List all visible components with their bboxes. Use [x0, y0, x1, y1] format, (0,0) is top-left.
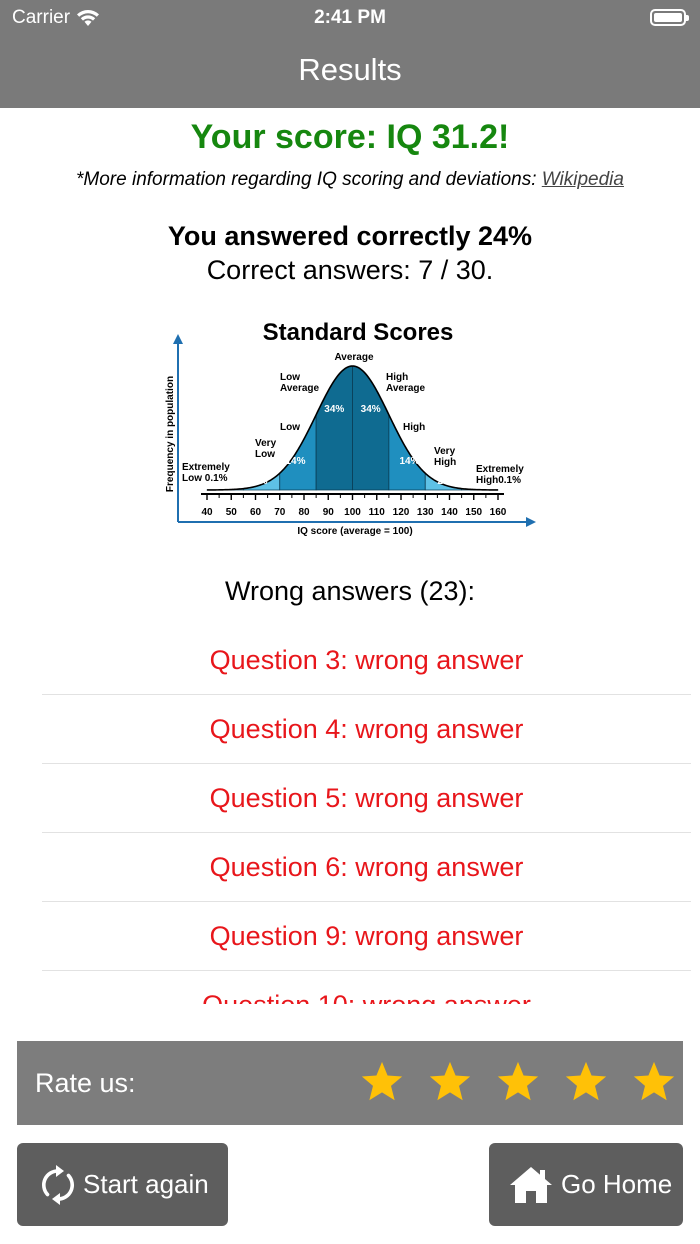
chart-band-label: High Average	[386, 372, 426, 394]
chart-band-percent: 34%	[361, 404, 381, 415]
go-home-button[interactable]: Go Home	[489, 1143, 683, 1226]
star-icon[interactable]	[563, 1059, 609, 1105]
go-home-label: Go Home	[561, 1169, 673, 1199]
star-icon[interactable]	[495, 1059, 541, 1105]
correct-percent: You answered correctly 24%	[167, 221, 533, 251]
wrong-answers-header: Wrong answers (23):	[224, 576, 476, 606]
chart-tick-label: 150	[465, 507, 482, 518]
chart-band-percent: 2%	[253, 476, 268, 487]
wikipedia-link[interactable]: Wikipedia	[542, 169, 624, 190]
score-headline: Your score: IQ 31.2!	[190, 118, 510, 156]
refresh-icon	[42, 1164, 74, 1205]
star-icon[interactable]	[631, 1059, 677, 1105]
wrong-answer-row[interactable]: Question 5: wrong answer	[42, 764, 691, 833]
chart-band	[352, 365, 390, 491]
scoring-info: *More information regarding IQ scoring a…	[0, 169, 700, 191]
scoring-info-text: *More information regarding IQ scoring a…	[76, 169, 542, 190]
chart-x-arrow	[526, 517, 536, 527]
standard-scores-chart: Standard Scores 40 50 60 70 80 90 100 110 120 130 1…	[165, 319, 536, 537]
chart-tick-label: 140	[441, 507, 458, 518]
chart-band-percent: 14%	[286, 456, 306, 467]
chart-tick-label: 160	[490, 507, 507, 518]
chart-title: Standard Scores	[263, 319, 454, 346]
chart-tick-label: 130	[417, 507, 434, 518]
chart-tick-label: 110	[369, 507, 386, 518]
status-bar: Carrier 2:41 PM	[0, 0, 700, 36]
wrong-answer-row[interactable]: Question 3: wrong answer	[42, 626, 691, 695]
rating-stars	[359, 1059, 677, 1105]
chart-band-percent: 34%	[324, 404, 344, 415]
chart-band-label: Very High	[434, 446, 456, 468]
correct-count: Correct answers: 7 / 30.	[206, 255, 494, 285]
chart-tick-label: 40	[201, 507, 213, 518]
chart-y-label: Frequency in population	[165, 376, 176, 492]
rate-bar: Rate us:	[17, 1041, 683, 1125]
chart-tick-label: 100	[344, 507, 361, 518]
start-again-label: Start again	[83, 1169, 209, 1199]
navigation-bar: Carrier 2:41 PM Results	[0, 0, 700, 108]
wrong-answers-list[interactable]: Question 3: wrong answer Question 4: wron…	[42, 626, 691, 1004]
chart-band	[315, 365, 353, 491]
chart-band-label: Low Average	[280, 372, 320, 394]
chart-band-percent: 2%	[437, 476, 452, 487]
page-title: Results	[298, 52, 402, 87]
chart-tick-label: 90	[323, 507, 335, 518]
chart-tick-label: 50	[226, 507, 238, 518]
start-again-button[interactable]: Start again	[17, 1143, 228, 1226]
chart-x-label: IQ score (average = 100)	[297, 526, 412, 537]
chart-tick-label: 70	[274, 507, 286, 518]
chart-band-label: High	[403, 422, 425, 433]
wrong-answer-row[interactable]: Question 9: wrong answer	[42, 902, 691, 971]
chart-tick-label: 120	[393, 507, 410, 518]
chart-band-label: Average	[334, 352, 374, 363]
wrong-answer-row[interactable]: Question 6: wrong answer	[42, 833, 691, 902]
wrong-answer-row[interactable]: Question 4: wrong answer	[42, 695, 691, 764]
chart-tick-label: 80	[298, 507, 310, 518]
battery-icon	[650, 9, 689, 26]
home-icon	[510, 1166, 552, 1203]
rate-label: Rate us:	[35, 1068, 136, 1098]
wrong-answer-row[interactable]: Question 10: wrong answer	[42, 971, 691, 1005]
star-icon[interactable]	[359, 1059, 405, 1105]
chart-band-label: Low	[280, 422, 300, 433]
chart-tick-label: 60	[250, 507, 262, 518]
chart-band-label: Extremely High0.1%	[476, 464, 524, 486]
chart-band-label: Extremely Low 0.1%	[182, 462, 230, 484]
star-icon[interactable]	[427, 1059, 473, 1105]
chart-band-label: Very Low	[255, 438, 277, 460]
chart-y-arrow	[173, 334, 183, 344]
status-time: 2:41 PM	[314, 7, 386, 28]
chart-band-percent: 14%	[399, 456, 419, 467]
